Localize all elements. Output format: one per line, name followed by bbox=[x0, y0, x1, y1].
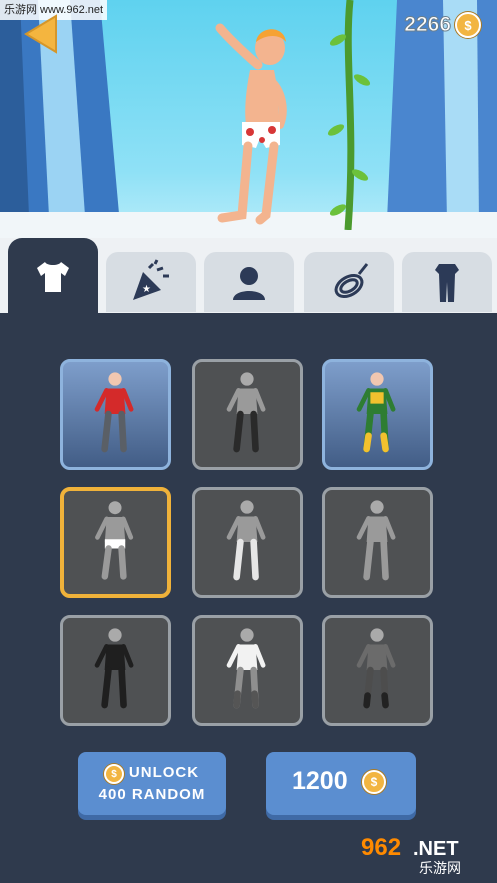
rope-icon bbox=[334, 263, 369, 298]
962-watermark-logo: 962 .NET 乐游网 bbox=[361, 834, 461, 877]
party-popper-icon: ★ bbox=[133, 259, 169, 300]
buy-price: 1200 bbox=[292, 767, 348, 795]
skin-card-locked-1[interactable] bbox=[192, 359, 303, 470]
skin-card-camo-suit[interactable] bbox=[322, 615, 433, 726]
player-character bbox=[215, 23, 287, 225]
beanstalk-vine bbox=[327, 0, 371, 230]
tab-rope[interactable] bbox=[304, 252, 394, 312]
tab-outfit[interactable] bbox=[402, 252, 492, 312]
skin-figure bbox=[356, 500, 396, 581]
skin-figure bbox=[226, 372, 266, 453]
unlock-price-label: 400 RANDOM bbox=[98, 786, 206, 803]
category-tabs: ★ bbox=[0, 238, 497, 313]
unlock-random-button[interactable]: $ UNLOCK 400 RANDOM bbox=[78, 752, 226, 815]
coin-icon: $ bbox=[455, 12, 481, 38]
skin-figure bbox=[95, 501, 134, 580]
skin-panel: $ UNLOCK 400 RANDOM 1200 $ 962 .NET 乐游网 bbox=[0, 313, 497, 883]
skin-figure bbox=[226, 500, 266, 581]
full-outfit-icon bbox=[435, 264, 459, 302]
coin-icon: $ bbox=[362, 770, 386, 794]
tab-character[interactable] bbox=[204, 252, 294, 312]
skin-card-locked-6[interactable] bbox=[322, 487, 433, 598]
skin-figure bbox=[94, 628, 134, 709]
skin-figure bbox=[94, 372, 134, 453]
svg-text:962: 962 bbox=[361, 834, 401, 861]
tab-shirts[interactable] bbox=[8, 238, 98, 313]
svg-text:★: ★ bbox=[142, 284, 151, 295]
tshirt-icon bbox=[37, 261, 69, 292]
skin-card-underwear[interactable] bbox=[60, 487, 171, 598]
person-silhouette-icon bbox=[233, 267, 265, 300]
skin-card-white-vest[interactable] bbox=[192, 615, 303, 726]
back-arrow-icon[interactable] bbox=[24, 14, 58, 54]
skin-card-dark-suit[interactable] bbox=[60, 615, 171, 726]
buy-skin-button[interactable]: 1200 $ bbox=[266, 752, 416, 815]
svg-text:乐游网: 乐游网 bbox=[419, 861, 461, 877]
skin-card-locked-5[interactable] bbox=[192, 487, 303, 598]
skin-figure bbox=[356, 372, 396, 453]
svg-text:.NET: .NET bbox=[413, 838, 459, 860]
game-scene: 乐游网 www.962.net 2266 $ bbox=[0, 0, 497, 245]
coin-counter: 2266 $ bbox=[404, 12, 481, 38]
tab-celebration[interactable]: ★ bbox=[106, 252, 196, 312]
skin-card-green-yellow-suit[interactable] bbox=[322, 359, 433, 470]
left-building bbox=[0, 0, 120, 240]
skin-card-red-shirt[interactable] bbox=[60, 359, 171, 470]
coin-count: 2266 bbox=[404, 13, 452, 37]
skin-figure bbox=[226, 628, 266, 709]
skin-figure bbox=[356, 628, 396, 709]
unlock-label: UNLOCK bbox=[128, 764, 200, 781]
